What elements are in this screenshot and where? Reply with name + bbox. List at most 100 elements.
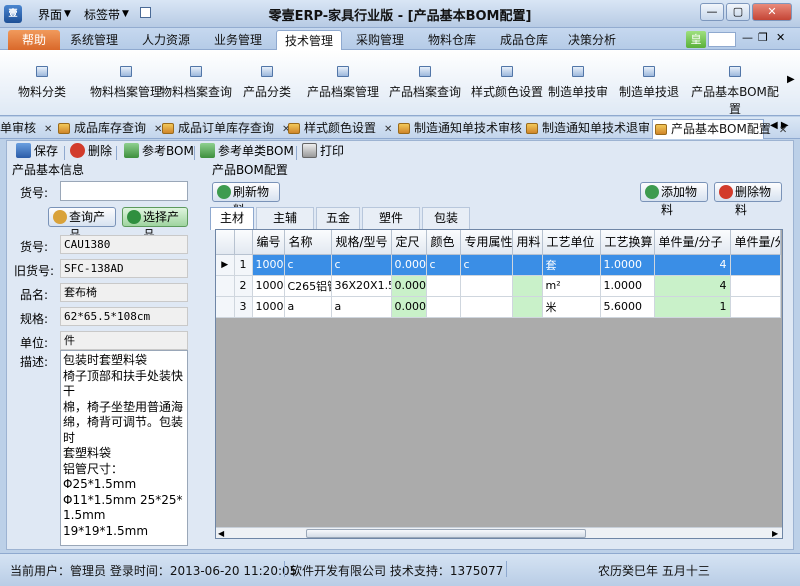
document-tab[interactable]: 单审核 ✕ (0, 119, 52, 139)
close-button[interactable]: ✕ (752, 3, 792, 21)
column-header[interactable]: 名称 (284, 230, 332, 255)
document-tab[interactable]: 制造通知单技术审核✕ (396, 119, 538, 139)
table-cell[interactable] (512, 296, 543, 318)
table-cell[interactable]: C265铝管 (284, 275, 332, 297)
scroll-right-icon[interactable]: ▶ (772, 529, 778, 538)
table-cell[interactable]: 36X20X1.5 (331, 275, 392, 297)
table-cell[interactable]: 0.0000 (391, 296, 427, 318)
menu-tab[interactable]: 物料仓库 (420, 30, 484, 50)
menu-tab[interactable]: 业务管理 (206, 30, 270, 50)
delete-button[interactable]: 删除 (70, 143, 112, 159)
row-selector[interactable] (216, 275, 235, 297)
delete-material-button[interactable]: 删除物料 (714, 182, 782, 217)
table-cell[interactable]: c (426, 254, 461, 276)
ref-single-bom-button[interactable]: 参考单类BOM (200, 143, 294, 159)
menu-tab[interactable]: 技术管理 (276, 30, 343, 50)
document-tab[interactable]: 成品库存查询 ✕ (56, 119, 162, 139)
save-button[interactable]: 保存 (16, 143, 58, 159)
table-cell[interactable]: a (284, 296, 332, 318)
ribbon-button[interactable]: 产品基本BOM配置 (686, 60, 784, 116)
maximize-button[interactable]: ▢ (726, 3, 750, 21)
ribbon-button[interactable]: 物料分类 (10, 60, 74, 110)
print-button[interactable]: 打印 (302, 143, 344, 159)
query-product-button[interactable]: 查询产品 (48, 207, 116, 242)
ribbon-button[interactable]: 产品分类 (238, 60, 296, 110)
ribbon-button[interactable]: 产品档案查询 (380, 60, 470, 110)
ref-bom-button[interactable]: 参考BOM (124, 143, 194, 159)
close-tab-icon[interactable]: ✕ (384, 124, 392, 135)
column-header[interactable]: 定尺 (391, 230, 427, 255)
table-cell[interactable]: 10001 (252, 254, 285, 276)
material-subtab[interactable]: 主材 (210, 207, 254, 230)
menu-tab[interactable]: 帮助 (8, 30, 60, 50)
select-product-button[interactable]: 选择产品 (122, 207, 188, 242)
table-cell[interactable] (512, 254, 543, 276)
table-row[interactable]: 210002C265铝管36X20X1.50.0000 m²1.00004 (216, 275, 781, 297)
table-cell[interactable]: 4 (654, 275, 731, 297)
table-cell[interactable]: a (331, 296, 392, 318)
column-header[interactable]: 工艺换算 (600, 230, 655, 255)
menu-tab[interactable]: 决策分析 (560, 30, 624, 50)
product-no-input[interactable] (60, 181, 188, 201)
table-cell[interactable] (426, 296, 461, 318)
column-header[interactable]: 规格/型号 (331, 230, 392, 255)
row-selector[interactable]: ▶ (216, 254, 235, 276)
row-selector[interactable] (216, 296, 235, 318)
minimize-button[interactable]: — (700, 3, 724, 21)
menu-tab[interactable]: 系统管理 (62, 30, 126, 50)
add-material-button[interactable]: 添加物料 (640, 182, 708, 217)
table-cell[interactable]: 1.0000 (600, 275, 655, 297)
column-header[interactable]: 单件量/分子 (654, 230, 731, 255)
ribbon-scroll-right-icon[interactable]: ▶ (787, 74, 795, 85)
menu-tab[interactable]: 人力资源 (134, 30, 198, 50)
table-row[interactable]: 310003aa0.0000米5.60001 (216, 296, 781, 318)
mdi-restore-button[interactable]: ❐ (758, 31, 768, 44)
table-cell[interactable] (426, 275, 461, 297)
document-tab[interactable]: 成品订单库存查询 ✕ (160, 119, 290, 139)
document-tab[interactable]: 样式颜色设置 ✕ (286, 119, 392, 139)
table-cell[interactable]: 5.6000 (600, 296, 655, 318)
document-tab[interactable]: 制造通知单技术退审✕ (524, 119, 666, 139)
table-cell[interactable] (730, 296, 781, 318)
table-cell[interactable]: 套 (542, 254, 601, 276)
close-tab-icon[interactable]: ✕ (44, 124, 52, 135)
ribbon-button[interactable]: 制造单技审 (546, 60, 610, 110)
ribbon-button[interactable]: 制造单技退 (614, 60, 684, 110)
material-subtab[interactable]: 五金 (316, 207, 360, 229)
ribbon-button[interactable]: 物料档案查询 (156, 60, 236, 110)
table-cell[interactable]: 4 (654, 254, 731, 276)
table-cell[interactable] (730, 254, 781, 276)
table-cell[interactable]: 10002 (252, 275, 285, 297)
table-cell[interactable]: c (460, 254, 513, 276)
table-cell[interactable]: 1 (654, 296, 731, 318)
column-header[interactable]: 编号 (252, 230, 285, 255)
menu-tab[interactable]: 成品仓库 (492, 30, 556, 50)
mdi-close-button[interactable]: ✕ (776, 31, 785, 44)
table-row[interactable]: ▶110001cc0.0000cc套1.00004 (216, 254, 781, 276)
table-cell[interactable] (512, 275, 543, 297)
menu-tab[interactable]: 采购管理 (348, 30, 412, 50)
material-subtab[interactable]: 塑件 (362, 207, 420, 229)
table-cell[interactable]: 0.0000 (391, 275, 427, 297)
table-cell[interactable]: c (284, 254, 332, 276)
table-cell[interactable]: 10003 (252, 296, 285, 318)
table-cell[interactable]: 0.0000 (391, 254, 427, 276)
ribbon-button[interactable]: 产品档案管理 (298, 60, 388, 110)
scrollbar-thumb[interactable] (306, 529, 586, 538)
table-cell[interactable] (730, 275, 781, 297)
table-cell[interactable] (460, 296, 513, 318)
skin-selector[interactable] (708, 32, 736, 47)
close-tab-icon[interactable]: ✕ (779, 125, 787, 136)
material-subtab[interactable]: 包装 (422, 207, 470, 229)
scroll-left-icon[interactable]: ◀ (218, 529, 224, 538)
skin-button[interactable]: 皇 (686, 31, 706, 48)
column-header[interactable]: 工艺单位 (542, 230, 601, 255)
table-cell[interactable]: m² (542, 275, 601, 297)
horizontal-scrollbar[interactable]: ◀ ▶ (216, 527, 782, 538)
column-header[interactable]: 用料 (512, 230, 543, 255)
table-cell[interactable] (460, 275, 513, 297)
table-cell[interactable]: 米 (542, 296, 601, 318)
table-cell[interactable]: c (331, 254, 392, 276)
refresh-material-button[interactable]: 刷新物料 (212, 182, 280, 217)
document-tab[interactable]: 产品基本BOM配置 ✕ (652, 119, 787, 139)
